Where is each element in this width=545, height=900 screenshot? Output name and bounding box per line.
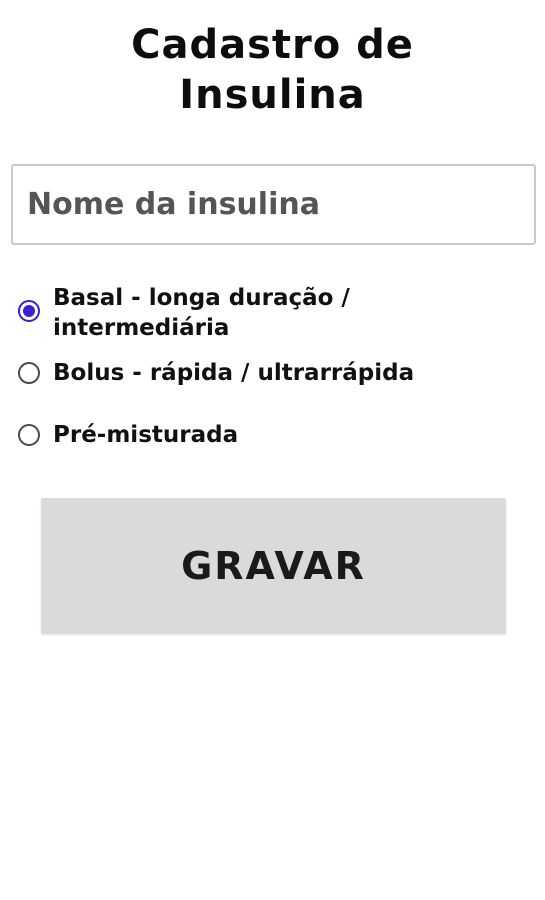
radio-button-premixed[interactable]	[18, 424, 40, 446]
radio-button-bolus[interactable]	[18, 362, 40, 384]
radio-label-premixed: Pré-misturada	[53, 422, 239, 448]
save-button[interactable]: GRAVAR	[41, 498, 506, 634]
page-title-line-2: Insulina	[179, 72, 366, 118]
insulin-name-input[interactable]	[11, 164, 536, 245]
radio-option-premixed[interactable]: Pré-misturada	[18, 420, 483, 450]
radio-button-basal[interactable]	[18, 300, 40, 322]
insulin-registration-screen: Cadastro de Insulina Basal - longa duraç…	[0, 0, 545, 900]
radio-option-bolus[interactable]: Bolus - rápida / ultrarrápida	[18, 358, 483, 388]
page-title-line-1: Cadastro de	[131, 22, 414, 68]
radio-label-bolus: Bolus - rápida / ultrarrápida	[53, 360, 415, 386]
radio-label-basal: Basal - longa duração / intermediária	[53, 285, 350, 341]
page-title: Cadastro de Insulina	[0, 20, 545, 120]
radio-option-basal[interactable]: Basal - longa duração / intermediária	[18, 283, 483, 343]
